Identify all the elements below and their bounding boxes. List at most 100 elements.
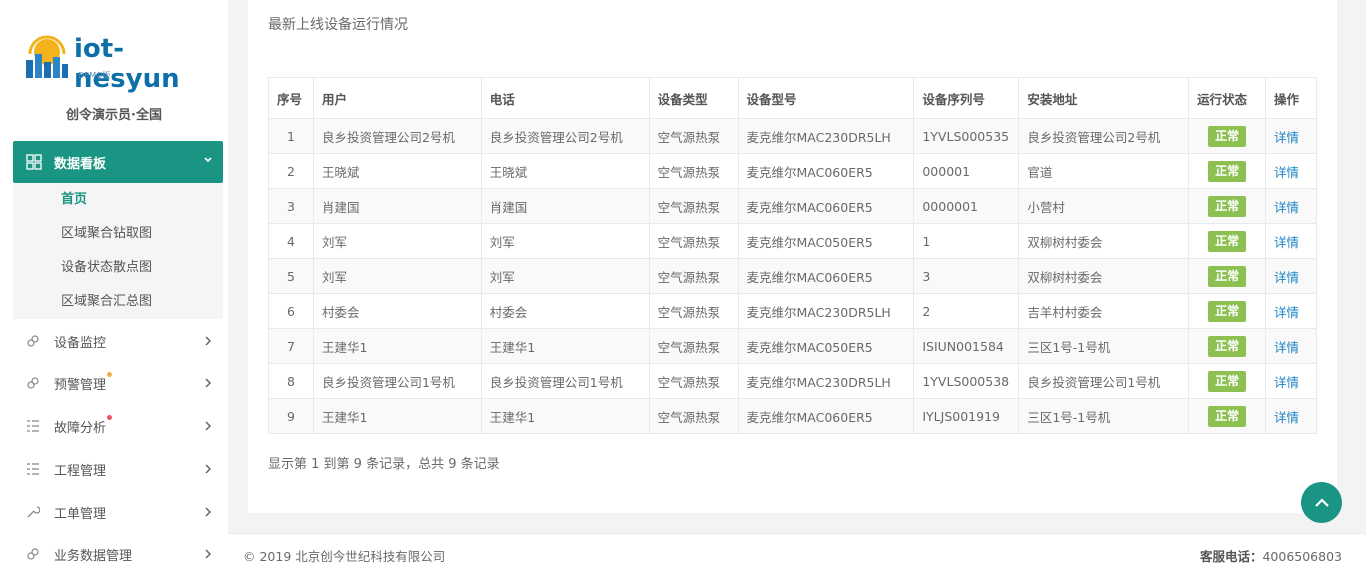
column-header[interactable]: 安装地址 — [1018, 77, 1190, 119]
logo[interactable]: iot-nesyun DEMO版 — [22, 32, 222, 94]
action-cell: 详情 — [1265, 258, 1317, 294]
device-table: 序号 用户 电话 设备类型 设备型号 设备序列号 安装地址 运行状态 操作 1良… — [268, 77, 1317, 434]
table-row: 6 村委会 村委会 空气源热泵 麦克维尔MAC230DR5LH 2 吉羊村村委会 正常 详情 — [268, 293, 1317, 329]
status-badge: 正常 — [1208, 265, 1247, 287]
table-cell: 良乡投资管理公司2号机 — [480, 118, 650, 154]
row-index: 5 — [268, 258, 314, 294]
chevron-right-icon — [205, 507, 212, 517]
logo-icon — [26, 35, 68, 78]
detail-link[interactable]: 详情 — [1274, 165, 1299, 180]
table-cell: 空气源热泵 — [648, 223, 739, 259]
sidebar-item-workorder[interactable]: 工单管理 — [0, 492, 228, 532]
table-cell: 麦克维尔MAC230DR5LH — [737, 293, 915, 329]
column-header[interactable]: 设备型号 — [737, 77, 915, 119]
row-index: 3 — [268, 188, 314, 224]
table-cell: 肖建国 — [480, 188, 650, 224]
table-cell: 王晓斌 — [480, 153, 650, 189]
table-cell: 三区1号-1号机 — [1018, 328, 1190, 364]
table-cell: 空气源热泵 — [648, 363, 739, 399]
status-badge: 正常 — [1208, 405, 1247, 427]
submenu: 首页 区域聚合钻取图 设备状态散点图 区域聚合汇总图 — [13, 183, 223, 319]
action-cell: 详情 — [1265, 188, 1317, 224]
status-cell: 正常 — [1188, 363, 1267, 399]
link-icon — [27, 548, 39, 560]
action-cell: 详情 — [1265, 118, 1317, 154]
detail-link[interactable]: 详情 — [1274, 130, 1299, 145]
detail-link[interactable]: 详情 — [1274, 340, 1299, 355]
row-index: 9 — [268, 398, 314, 434]
table-cell: 肖建国 — [312, 188, 482, 224]
user-name[interactable]: 创令演示员·全国 — [0, 104, 228, 123]
sidebar-item-alert[interactable]: 预警管理 — [0, 363, 228, 403]
table-cell: 0000001 — [913, 188, 1020, 224]
sidebar: iot-nesyun DEMO版 创令演示员·全国 数据看板 首页 区域聚合钻取… — [0, 0, 228, 568]
status-badge: 正常 — [1208, 125, 1247, 147]
table-cell: 2 — [913, 293, 1020, 329]
table-cell: 麦克维尔MAC060ER5 — [737, 398, 915, 434]
copyright: © 2019 北京创今世纪科技有限公司 — [243, 549, 446, 564]
logo-text: iot-nesyun — [74, 34, 180, 94]
detail-link[interactable]: 详情 — [1274, 200, 1299, 215]
grid-icon — [26, 154, 42, 170]
table-cell: 双柳树村委会 — [1018, 223, 1190, 259]
row-index: 8 — [268, 363, 314, 399]
column-header[interactable]: 序号 — [268, 77, 314, 119]
table-cell: 刘军 — [312, 258, 482, 294]
row-index: 4 — [268, 223, 314, 259]
table-cell: 王晓斌 — [312, 153, 482, 189]
table-row: 9 王建华1 王建华1 空气源热泵 麦克维尔MAC060ER5 IYLJS001919 三区… — [268, 398, 1317, 434]
detail-link[interactable]: 详情 — [1274, 410, 1299, 425]
sidebar-item-business-data[interactable]: 业务数据管理 — [0, 534, 228, 568]
detail-link[interactable]: 详情 — [1274, 305, 1299, 320]
row-index: 2 — [268, 153, 314, 189]
detail-link[interactable]: 详情 — [1274, 375, 1299, 390]
table-cell: ISIUN001584 — [913, 328, 1020, 364]
sidebar-item-project[interactable]: 工程管理 — [0, 449, 228, 489]
table-row: 4 刘军 刘军 空气源热泵 麦克维尔MAC050ER5 1 双柳树村委会 正常 详情 — [268, 223, 1317, 259]
detail-link[interactable]: 详情 — [1274, 235, 1299, 250]
submenu-item-home[interactable]: 首页 — [13, 183, 223, 217]
status-cell: 正常 — [1188, 118, 1267, 154]
table-row: 1 良乡投资管理公司2号机 良乡投资管理公司2号机 空气源热泵 麦克维尔MAC230DR… — [268, 118, 1317, 154]
table-cell: 刘军 — [312, 223, 482, 259]
sidebar-item-dashboard[interactable]: 数据看板 — [13, 141, 223, 183]
chevron-right-icon — [205, 378, 212, 388]
status-badge: 正常 — [1208, 300, 1247, 322]
sidebar-item-label: 业务数据管理 — [54, 548, 133, 564]
table-header-row: 序号 用户 电话 设备类型 设备型号 设备序列号 安装地址 运行状态 操作 — [268, 77, 1317, 119]
column-header[interactable]: 用户 — [312, 77, 482, 119]
status-cell: 正常 — [1188, 223, 1267, 259]
link-icon — [27, 377, 39, 389]
notification-dot — [107, 414, 113, 420]
action-cell: 详情 — [1265, 153, 1317, 189]
sidebar-item-fault[interactable]: 故障分析 — [0, 406, 228, 446]
submenu-item-summary[interactable]: 区域聚合汇总图 — [13, 285, 223, 319]
chevron-right-icon — [205, 421, 212, 431]
sidebar-item-label: 设备监控 — [54, 335, 107, 351]
chevron-right-icon — [205, 336, 212, 346]
sidebar-item-device-monitor[interactable]: 设备监控 — [0, 321, 228, 361]
column-header[interactable]: 设备类型 — [648, 77, 739, 119]
detail-link[interactable]: 详情 — [1274, 270, 1299, 285]
column-header[interactable]: 设备序列号 — [913, 77, 1020, 119]
status-badge: 正常 — [1208, 230, 1247, 252]
column-header[interactable]: 操作 — [1265, 77, 1317, 119]
submenu-item-scatter[interactable]: 设备状态散点图 — [13, 251, 223, 285]
scroll-to-top-button[interactable] — [1301, 482, 1342, 523]
column-header[interactable]: 运行状态 — [1188, 77, 1267, 119]
status-badge: 正常 — [1208, 335, 1247, 357]
table-row: 3 肖建国 肖建国 空气源热泵 麦克维尔MAC060ER5 0000001 小营村 正常 详情 — [268, 188, 1317, 224]
device-status-card: 最新上线设备运行情况 序号 用户 电话 设备类型 设备型号 设备序列号 安装地址… — [248, 0, 1337, 513]
table-cell: 空气源热泵 — [648, 293, 739, 329]
column-header[interactable]: 电话 — [480, 77, 650, 119]
service-phone: 客服电话：4006506803 — [1199, 549, 1342, 564]
sidebar-item-label: 故障分析 — [54, 414, 113, 436]
status-badge: 正常 — [1208, 195, 1247, 217]
card-title: 最新上线设备运行情况 — [268, 17, 408, 33]
wrench-icon — [27, 506, 40, 518]
table-cell: 良乡投资管理公司2号机 — [312, 118, 482, 154]
table-cell: 官道 — [1018, 153, 1190, 189]
table-cell: 刘军 — [480, 223, 650, 259]
submenu-item-drilldown[interactable]: 区域聚合钻取图 — [13, 217, 223, 251]
table-cell: 良乡投资管理公司1号机 — [312, 363, 482, 399]
